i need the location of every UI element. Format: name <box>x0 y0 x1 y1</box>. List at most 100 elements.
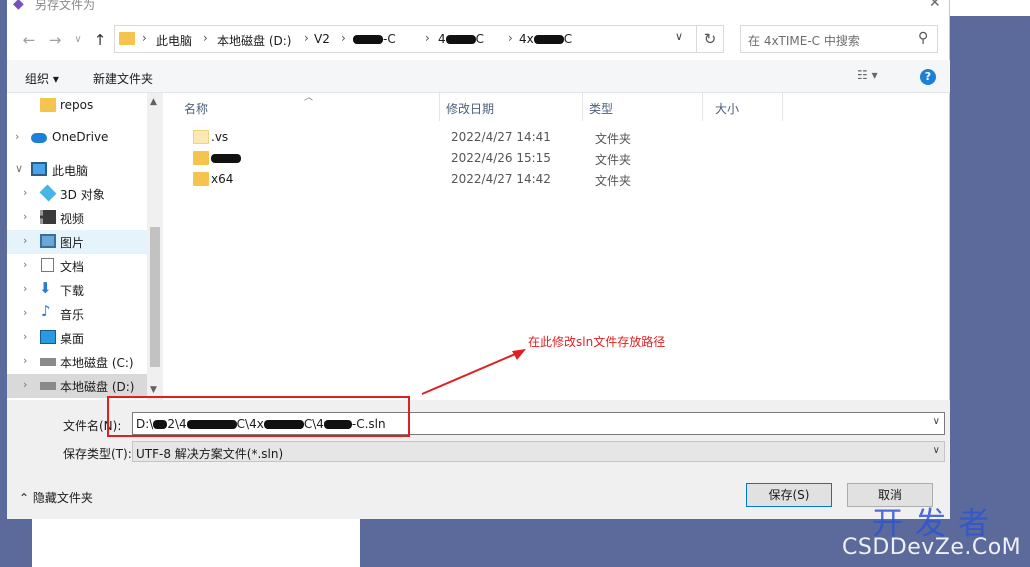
chevron-up-icon: ⌃ <box>19 491 33 505</box>
nav-item-label: 此电脑 <box>52 164 89 178</box>
close-icon[interactable]: ✕ <box>929 0 941 11</box>
nav-item-videos[interactable]: › 视频 <box>7 206 147 230</box>
column-header-date[interactable]: 修改日期 <box>440 93 583 121</box>
save-button[interactable]: 保存(S) <box>746 483 832 507</box>
chevron-right-icon: › <box>142 31 147 45</box>
refresh-button[interactable]: ↻ <box>696 25 724 53</box>
chevron-right-icon: › <box>304 31 309 45</box>
nav-item-drive-d[interactable]: › 本地磁盘 (D:) <box>7 374 147 398</box>
forward-button[interactable]: → <box>44 30 66 50</box>
breadcrumb-folder-1[interactable]: -C <box>353 32 396 46</box>
nav-item-drive-c[interactable]: › 本地磁盘 (C:) <box>7 350 147 374</box>
file-date: 2022/4/26 15:15 <box>451 151 551 165</box>
watermark-en: CSDDevZe.CoM <box>842 535 1022 560</box>
breadcrumb-folder-2[interactable]: 4C <box>438 32 484 46</box>
hide-folders-toggle[interactable]: ⌃ 隐藏文件夹 <box>19 489 93 506</box>
nav-item-label: 桌面 <box>60 332 85 346</box>
cloud-icon <box>31 133 47 143</box>
redaction-mark <box>445 35 476 44</box>
file-row[interactable]: 2022/4/26 15:15 文件夹 <box>178 148 938 169</box>
scroll-thumb[interactable] <box>150 227 160 367</box>
document-icon <box>41 258 54 272</box>
chevron-right-icon: › <box>23 306 28 319</box>
new-folder-button[interactable]: 新建文件夹 <box>93 70 153 87</box>
file-type: 文件夹 <box>595 153 632 167</box>
file-name-redacted <box>211 151 241 165</box>
column-header-name[interactable]: 名称 ︿ <box>163 93 440 121</box>
desktop-icon <box>40 330 56 344</box>
up-button[interactable]: ↑ <box>89 30 111 50</box>
nav-item-label: 视频 <box>60 212 85 226</box>
dialog-title: 另存文件为 <box>35 0 96 12</box>
background-app-panel <box>32 519 360 567</box>
navigation-pane: repos › OneDrive ∨ 此电脑 › 3D 对象 › 视频 › 图片 <box>7 93 163 400</box>
nav-item-3d-objects[interactable]: › 3D 对象 <box>7 182 147 206</box>
cube-icon <box>39 184 57 202</box>
chevron-right-icon: › <box>23 210 28 223</box>
column-header-type[interactable]: 类型 <box>583 93 703 121</box>
chevron-right-icon: › <box>508 31 513 45</box>
scroll-down-icon[interactable]: ▼ <box>150 385 157 395</box>
nav-item-this-pc[interactable]: ∨ 此电脑 <box>7 158 147 182</box>
column-header-size[interactable]: 大小 <box>703 93 783 121</box>
search-input[interactable]: 在 4xTIME-C 中搜索 ⚲ <box>740 25 938 53</box>
nav-item-music[interactable]: › ♪ 音乐 <box>7 302 147 326</box>
column-label: 修改日期 <box>446 102 495 116</box>
folder-icon <box>193 130 209 144</box>
redaction-mark <box>533 35 564 44</box>
redaction-mark <box>353 35 383 44</box>
file-row[interactable]: .vs 2022/4/27 14:41 文件夹 <box>178 127 938 148</box>
nav-item-label: 3D 对象 <box>60 188 105 202</box>
breadcrumb-drive-d[interactable]: 本地磁盘 (D:) <box>217 32 291 49</box>
help-icon[interactable]: ? <box>920 69 936 85</box>
folder-icon <box>193 151 209 165</box>
drive-icon <box>40 358 56 366</box>
nav-item-label: 图片 <box>60 236 85 250</box>
file-name: x64 <box>211 172 234 186</box>
chevron-right-icon: › <box>23 378 28 391</box>
filetype-label: 保存类型(T): <box>63 447 132 461</box>
folder-icon <box>119 32 135 45</box>
nav-item-onedrive[interactable]: › OneDrive <box>7 126 147 150</box>
nav-item-repos[interactable]: repos <box>7 94 147 118</box>
file-list: 名称 ︿ 修改日期 类型 大小 .vs 2022/4/27 14:41 文件夹 … <box>163 93 950 400</box>
recent-dropdown-button[interactable]: ∨ <box>67 30 89 50</box>
file-date: 2022/4/27 14:41 <box>451 130 551 144</box>
file-type: 文件夹 <box>595 132 632 146</box>
nav-scrollbar[interactable]: ▲ ▼ <box>147 93 163 400</box>
column-label: 类型 <box>589 102 614 116</box>
chevron-right-icon: › <box>341 31 346 45</box>
annotation-highlight-box <box>107 396 410 437</box>
scroll-up-icon[interactable]: ▲ <box>150 97 157 107</box>
nav-item-desktop[interactable]: › 桌面 <box>7 326 147 350</box>
back-button[interactable]: ← <box>18 30 40 50</box>
title-bar: ◆ 另存文件为 ✕ <box>7 0 950 14</box>
picture-icon <box>40 234 56 248</box>
organize-menu[interactable]: 组织 ▾ <box>25 70 59 87</box>
hide-folders-label: 隐藏文件夹 <box>32 491 93 505</box>
breadcrumb-v2[interactable]: V2 <box>314 32 330 46</box>
chevron-down-icon[interactable]: ∨ <box>933 416 940 427</box>
address-dropdown-icon[interactable]: ∨ <box>675 30 683 43</box>
chevron-right-icon: › <box>23 282 28 295</box>
nav-item-label: 本地磁盘 (D:) <box>60 380 135 394</box>
filetype-select[interactable]: UTF-8 解决方案文件(*.sln) ∨ <box>132 441 945 462</box>
command-toolbar: 组织 ▾ 新建文件夹 ☷ ▾ ? <box>7 60 950 93</box>
breadcrumb-this-pc[interactable]: 此电脑 <box>156 32 192 49</box>
sort-ascending-icon: ︿ <box>304 93 314 103</box>
chevron-right-icon: › <box>15 130 20 143</box>
nav-item-downloads[interactable]: › ⬇ 下载 <box>7 278 147 302</box>
search-placeholder: 在 4xTIME-C 中搜索 <box>748 34 860 48</box>
nav-item-label: 文档 <box>60 260 85 274</box>
file-row[interactable]: x64 2022/4/27 14:42 文件夹 <box>178 169 938 190</box>
view-options-icon[interactable]: ☷ ▾ <box>857 68 878 82</box>
drive-icon <box>40 382 56 390</box>
chevron-right-icon: › <box>425 31 430 45</box>
nav-item-label: OneDrive <box>52 130 109 144</box>
nav-item-label: 下载 <box>60 284 85 298</box>
breadcrumb-folder-3[interactable]: 4x C <box>519 32 572 46</box>
nav-item-documents[interactable]: › 文档 <box>7 254 147 278</box>
address-bar[interactable]: › 此电脑 › 本地磁盘 (D:) › V2 › -C › 4C › 4x C ∨ <box>114 25 697 53</box>
chevron-right-icon: › <box>23 234 28 247</box>
nav-item-pictures[interactable]: › 图片 <box>7 230 147 254</box>
